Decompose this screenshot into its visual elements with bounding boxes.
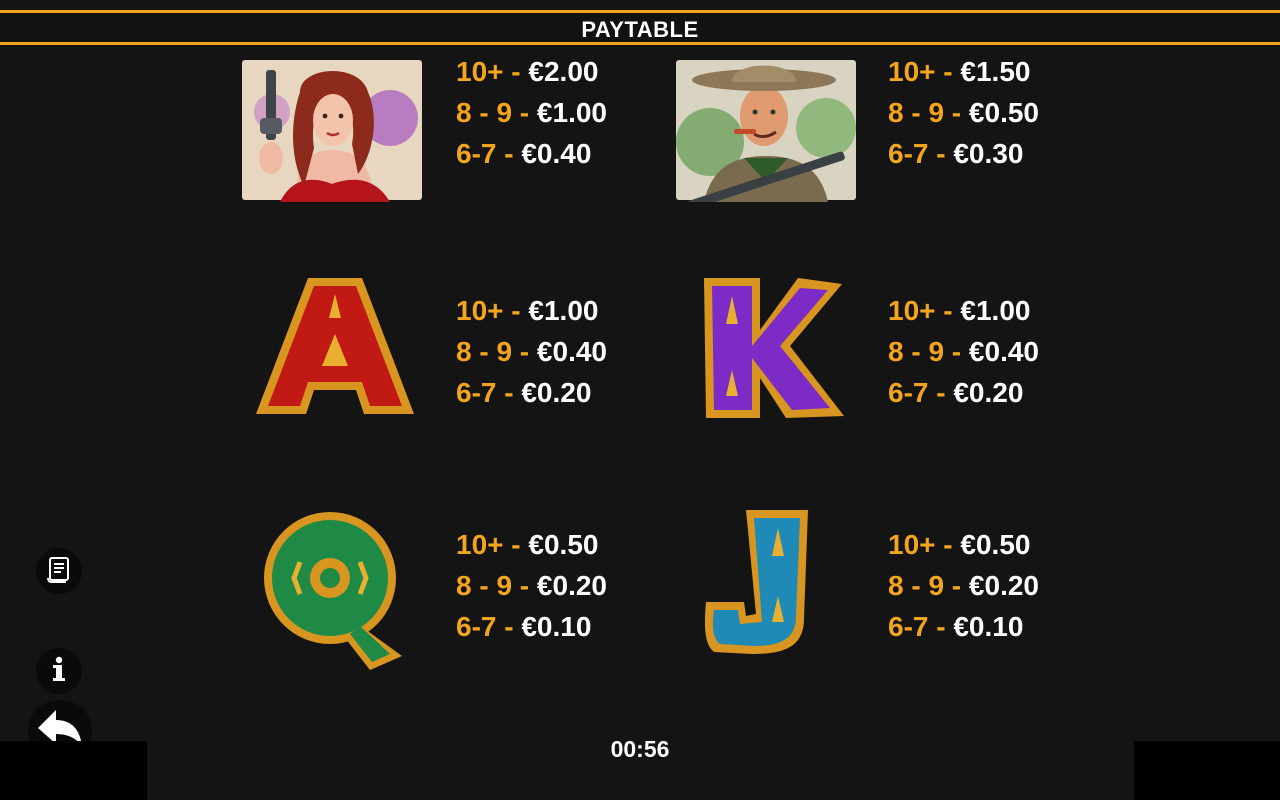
- pay-line: 10+ - €2.00: [456, 56, 599, 87]
- paytable-button[interactable]: [36, 548, 82, 594]
- pay-line: 10+ - €1.00: [456, 295, 599, 326]
- pay-line: 8 - 9 - €0.20: [456, 570, 607, 601]
- woman-portrait-symbol: [240, 58, 424, 202]
- letter-a-symbol: [252, 274, 418, 424]
- pay-line: 6-7 - €0.20: [456, 377, 592, 408]
- pay-line: 8 - 9 - €0.20: [888, 570, 1039, 601]
- session-timer: 00:56: [610, 736, 670, 762]
- pay-line: 6-7 - €0.30: [888, 138, 1024, 169]
- scroll-icon: [44, 554, 74, 589]
- pay-line: 8 - 9 - €1.00: [456, 97, 607, 128]
- pay-line: 8 - 9 - €0.40: [456, 336, 607, 367]
- pay-line: 10+ - €0.50: [888, 529, 1031, 560]
- paytable-header: PAYTABLE: [0, 10, 1280, 45]
- pay-line: 8 - 9 - €0.40: [888, 336, 1039, 367]
- letter-q-symbol: [262, 506, 404, 672]
- pay-line: 10+ - €1.00: [888, 295, 1031, 326]
- info-button[interactable]: [36, 648, 82, 694]
- pay-line: 6-7 - €0.10: [456, 611, 592, 642]
- pay-line: 10+ - €0.50: [456, 529, 599, 560]
- pay-line: 8 - 9 - €0.50: [888, 97, 1039, 128]
- page-title: PAYTABLE: [581, 17, 699, 42]
- pay-line: 6-7 - €0.20: [888, 377, 1024, 408]
- pay-line: 6-7 - €0.10: [888, 611, 1024, 642]
- letter-j-symbol: [700, 506, 812, 656]
- info-icon: [44, 654, 74, 689]
- pay-line: 6-7 - €0.40: [456, 138, 592, 169]
- cowboy-portrait-symbol: [674, 58, 858, 210]
- letter-k-symbol: [700, 274, 846, 424]
- pay-line: 10+ - €1.50: [888, 56, 1031, 87]
